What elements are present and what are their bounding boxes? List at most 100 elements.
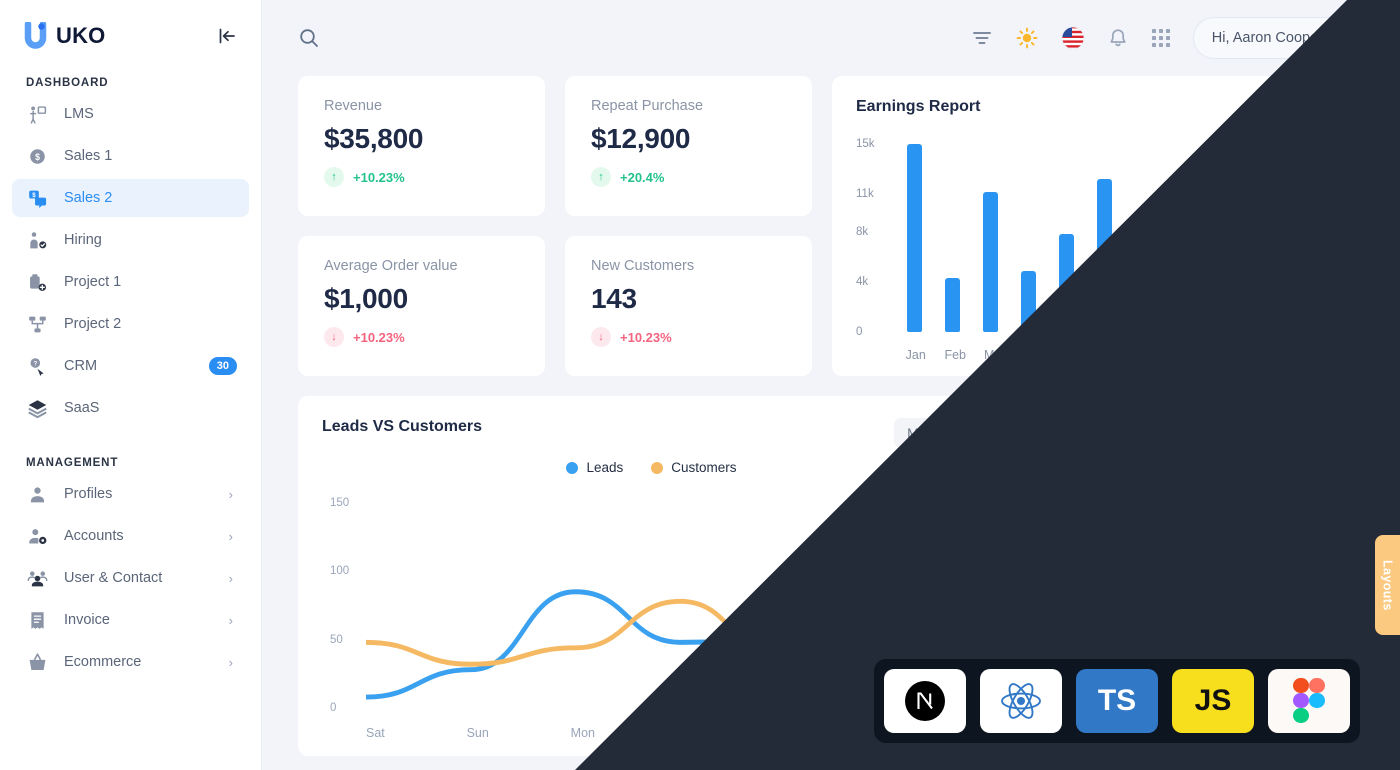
sidebar-item-label: Project 1: [64, 274, 122, 290]
sun-icon[interactable]: [1015, 26, 1039, 50]
donut-segment[interactable]: [1105, 573, 1170, 645]
basket-icon: [26, 651, 48, 673]
javascript-logo[interactable]: JS: [1172, 669, 1254, 733]
chevron-down-icon: [956, 429, 968, 436]
figma-logo[interactable]: [1268, 669, 1350, 733]
arrow-down-icon: ↓: [324, 327, 344, 347]
sidebar-item-label: Sales 2: [64, 190, 113, 206]
filter-lines-icon[interactable]: [971, 27, 993, 49]
leads-y-tick: 150: [330, 496, 350, 509]
typescript-label: TS: [1097, 684, 1137, 717]
donut-segment[interactable]: [1151, 606, 1262, 656]
earnings-period-dropdown[interactable]: Month: [1283, 100, 1344, 116]
donut-center-value: 140: [1171, 544, 1224, 579]
typescript-logo[interactable]: TS: [1076, 669, 1158, 733]
earnings-bar-chart: 0 4k 8k 11k 15k: [856, 138, 1352, 338]
sidebar-item-accounts[interactable]: Accounts ›: [12, 517, 249, 555]
earnings-bar[interactable]: [1059, 234, 1075, 332]
nextjs-logo[interactable]: [884, 669, 966, 733]
sidebar-item-sales-2[interactable]: $ Sales 2: [12, 179, 249, 217]
sidebar-item-invoice[interactable]: Invoice ›: [12, 601, 249, 639]
user-menu[interactable]: Hi, Aaron Cooper: [1192, 17, 1370, 59]
chevron-right-icon: ›: [228, 570, 233, 586]
sidebar-item-label: Accounts: [64, 528, 124, 544]
flag-us-icon[interactable]: [1061, 26, 1085, 50]
sidebar-header: UKO: [0, 0, 261, 49]
sidebar-item-crm[interactable]: ? CRM 30: [12, 347, 249, 385]
earnings-bar[interactable]: [1211, 234, 1227, 332]
earnings-y-tick: 11k: [856, 188, 874, 201]
sidebar: UKO DASHBOARD LMS $ Sales 1 $ Sales 2 Hiring Pr…: [0, 0, 262, 770]
earnings-bar[interactable]: [907, 144, 923, 332]
sidebar-item-project-1[interactable]: Project 1: [12, 263, 249, 301]
earnings-bar[interactable]: [945, 278, 961, 332]
earnings-bar[interactable]: [1097, 179, 1113, 332]
layouts-tab-label: Layouts: [1380, 559, 1395, 611]
crm-icon: ?: [26, 355, 48, 377]
legend-label: Leads: [586, 460, 624, 475]
earnings-bars: [896, 138, 1352, 332]
stat-card: Average Order value $1,000 ↓ +10.23%: [298, 236, 545, 376]
sidebar-item-ecommerce[interactable]: Ecommerce ›: [12, 643, 249, 681]
sidebar-item-saas[interactable]: SaaS: [12, 389, 249, 427]
search-icon[interactable]: [298, 27, 320, 49]
project-status-title: Project Status: [1145, 418, 1250, 435]
sidebar-item-hiring[interactable]: Hiring: [12, 221, 249, 259]
sidebar-item-sales-1[interactable]: $ Sales 1: [12, 137, 249, 175]
earnings-bar-column: [972, 138, 1010, 332]
sidebar-item-project-2[interactable]: Project 2: [12, 305, 249, 343]
earnings-y-tick: 15k: [856, 138, 875, 151]
collapse-sidebar-icon[interactable]: [217, 26, 237, 46]
stat-delta: ↓ +10.23%: [324, 327, 519, 347]
stat-title: New Customers: [591, 258, 695, 274]
earnings-y-tick: 0: [856, 326, 863, 338]
project2-icon: [26, 313, 48, 335]
sidebar-item-badge: 30: [208, 356, 237, 376]
sidebar-item-profiles[interactable]: Profiles ›: [12, 475, 249, 513]
stat-title: Repeat Purchase: [591, 98, 704, 114]
earnings-bar[interactable]: [1325, 144, 1341, 332]
stat-delta: ↑ +10.23%: [324, 167, 519, 187]
profile-icon: [26, 483, 48, 505]
stat-title: Average Order value: [324, 258, 458, 274]
earnings-x-tick: Jul: [1144, 348, 1161, 362]
stat-delta: ↑ +20.4%: [591, 167, 786, 187]
stat-value: $1,000: [324, 283, 408, 314]
earnings-x-tick: Nov: [1299, 348, 1322, 362]
sidebar-item-user-contact[interactable]: User & Contact ›: [12, 559, 249, 597]
chevron-right-icon: ›: [228, 654, 233, 670]
earnings-bar[interactable]: [1249, 208, 1265, 332]
stat-card: Revenue $35,800 ↑ +10.23%: [298, 76, 545, 216]
donut-center-label: Avg Range: [1160, 524, 1235, 541]
tech-logos-strip: TS JS: [874, 659, 1360, 743]
leads-y-tick: 0: [330, 702, 337, 714]
sidebar-item-label: Profiles: [64, 486, 113, 502]
layouts-tab[interactable]: Layouts: [1375, 535, 1400, 635]
avatar: [1333, 23, 1363, 53]
leads-y-tick: 50: [330, 633, 343, 646]
earnings-bar-column: [1086, 138, 1124, 332]
stat-value: 143: [591, 283, 637, 314]
leads-period-dropdown[interactable]: Month: [894, 418, 981, 448]
leads-legend: Leads Customers: [298, 460, 1005, 475]
leads-x-tick: Wed: [779, 726, 806, 740]
earnings-x-tick: Jun: [1103, 348, 1124, 362]
sidebar-item-lms[interactable]: LMS: [12, 95, 249, 133]
earnings-bar[interactable]: [1021, 270, 1037, 332]
earnings-bar[interactable]: [983, 191, 999, 332]
bell-icon[interactable]: [1107, 27, 1129, 49]
earnings-x-tick: Dec: [1339, 348, 1362, 362]
arrow-down-icon: ↓: [591, 327, 611, 347]
grid-apps-icon[interactable]: [1151, 28, 1171, 48]
react-logo[interactable]: [980, 669, 1062, 733]
brand-logo[interactable]: UKO: [24, 22, 106, 49]
earnings-bar[interactable]: [1173, 191, 1189, 332]
legend-item[interactable]: Leads: [566, 460, 623, 475]
hiring-icon: [26, 229, 48, 251]
brand-name: UKO: [56, 22, 106, 48]
stat-cards: Revenue $35,800 ↑ +10.23% Repeat Purchase $12…: [298, 76, 812, 376]
sidebar-item-label: Hiring: [64, 232, 102, 248]
earnings-bar[interactable]: [1287, 263, 1303, 332]
legend-item[interactable]: Customers: [651, 460, 737, 475]
earnings-bar[interactable]: [1135, 293, 1151, 332]
